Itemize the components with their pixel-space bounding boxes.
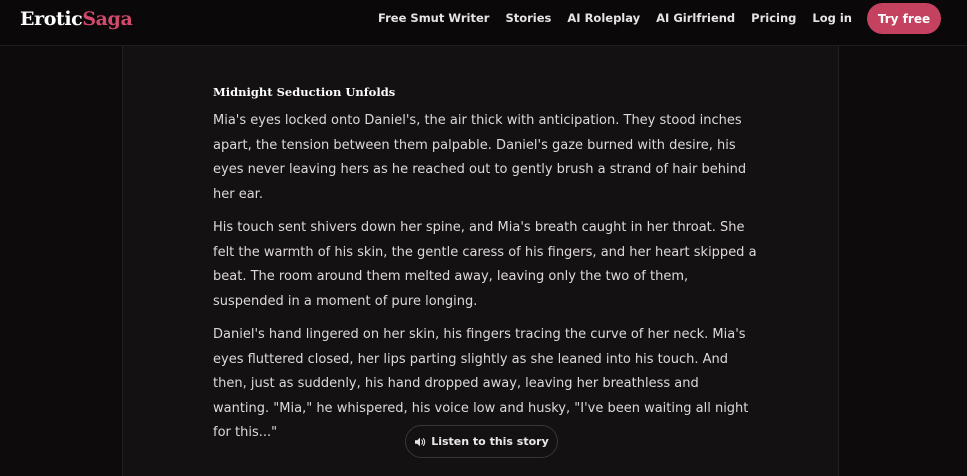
nav-free-smut-writer[interactable]: Free Smut Writer <box>378 11 489 25</box>
nav-stories[interactable]: Stories <box>505 11 551 25</box>
nav-ai-girlfriend[interactable]: AI Girlfriend <box>656 11 735 25</box>
story-card: Midnight Seduction Unfolds Mia's eyes lo… <box>122 46 839 476</box>
top-navbar: EroticSaga Free Smut Writer Stories AI R… <box>0 0 967 46</box>
try-free-button[interactable]: Try free <box>867 3 941 34</box>
story-title: Midnight Seduction Unfolds <box>213 85 396 99</box>
listen-story-button[interactable]: Listen to this story <box>405 425 558 458</box>
nav-pricing[interactable]: Pricing <box>751 11 796 25</box>
logo-text-erotic: Erotic <box>20 8 83 30</box>
story-paragraph-2: His touch sent shivers down her spine, a… <box>213 220 757 309</box>
story-paragraph-1: Mia's eyes locked onto Daniel's, the air… <box>213 113 747 202</box>
site-logo[interactable]: EroticSaga <box>20 7 133 31</box>
speaker-icon <box>414 436 426 448</box>
main-nav: Free Smut Writer Stories AI Roleplay AI … <box>378 11 852 25</box>
listen-button-label: Listen to this story <box>431 435 549 448</box>
nav-ai-roleplay[interactable]: AI Roleplay <box>567 11 640 25</box>
story-body: Mia's eyes locked onto Daniel's, the air… <box>213 109 758 455</box>
nav-login[interactable]: Log in <box>812 11 852 25</box>
logo-text-saga: Saga <box>82 8 133 30</box>
